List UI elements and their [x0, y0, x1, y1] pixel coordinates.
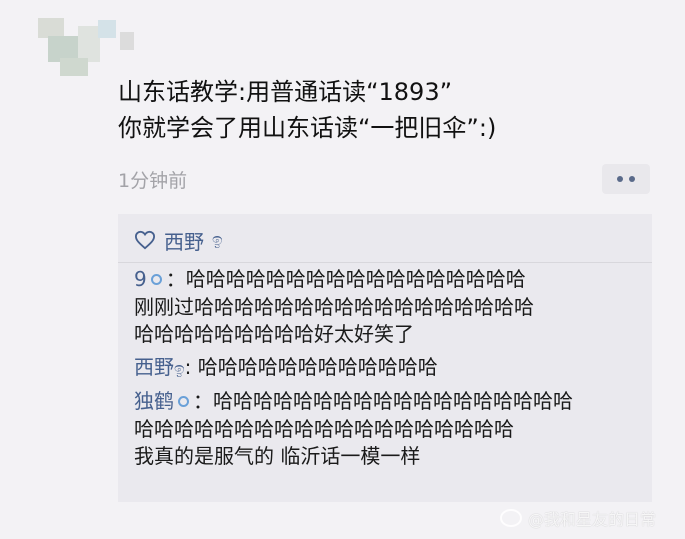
avatar-blurred[interactable] — [38, 18, 134, 76]
likes-row: 西野 ඉ — [134, 226, 223, 254]
comment-line: 我真的是服气的 临沂话一模一样 — [134, 444, 421, 468]
comment-text: : 哈哈哈哈哈哈哈哈哈哈哈哈 — [184, 354, 438, 379]
comment-box: 西野 ඉ 9 ：哈哈哈哈哈哈哈哈哈哈哈哈哈哈哈哈哈 刚刚过哈哈哈哈哈哈哈哈哈哈哈哈哈… — [118, 214, 652, 502]
more-button[interactable] — [602, 164, 650, 194]
heart-outline-icon[interactable] — [134, 230, 156, 250]
comment-item: 西野ඉ: 哈哈哈哈哈哈哈哈哈哈哈哈 — [134, 354, 644, 384]
comment-author[interactable]: 9 — [134, 267, 147, 291]
divider — [118, 262, 652, 263]
comment-line: 哈哈哈哈哈哈哈哈哈哈哈哈哈哈哈哈哈哈哈 — [134, 416, 514, 441]
user-emoji-icon: ඉ — [212, 230, 223, 250]
ring-badge-icon — [178, 395, 189, 407]
post-timestamp: 1分钟前 — [118, 170, 188, 192]
post-text: 山东话教学:用普通话读“1893” 你就学会了用山东话读“一把旧伞”:) — [118, 74, 658, 146]
post-text-line-2: 你就学会了用山东话读“一把旧伞”:) — [118, 114, 497, 142]
comment-author[interactable]: 独鹤 — [134, 389, 174, 413]
comment-line: 西野ඉ: 哈哈哈哈哈哈哈哈哈哈哈哈 — [134, 354, 644, 384]
comment-item: 9 ：哈哈哈哈哈哈哈哈哈哈哈哈哈哈哈哈哈 刚刚过哈哈哈哈哈哈哈哈哈哈哈哈哈哈哈哈哈… — [134, 266, 644, 349]
comment-line: 哈哈哈哈哈哈哈哈哈好太好笑了 — [134, 322, 414, 346]
comment-line: 独鹤 ：哈哈哈哈哈哈哈哈哈哈哈哈哈哈哈哈哈哈 — [134, 388, 644, 416]
comment-text: ：哈哈哈哈哈哈哈哈哈哈哈哈哈哈哈哈哈 — [165, 267, 526, 291]
post-text-line-1: 山东话教学:用普通话读“1893” — [118, 78, 453, 106]
comment-author[interactable]: 西野 — [134, 355, 174, 379]
comment-line: 刚刚过哈哈哈哈哈哈哈哈哈哈哈哈哈哈哈哈哈 — [134, 294, 534, 319]
weibo-logo-icon — [500, 509, 522, 527]
comment-list: 9 ：哈哈哈哈哈哈哈哈哈哈哈哈哈哈哈哈哈 刚刚过哈哈哈哈哈哈哈哈哈哈哈哈哈哈哈哈哈… — [134, 266, 644, 476]
watermark-text: @我和星友的日常 — [528, 510, 657, 529]
more-dots-icon-2 — [629, 176, 635, 182]
more-dots-icon — [617, 176, 623, 182]
watermark: @我和星友的日常 — [500, 506, 656, 530]
comment-text: ：哈哈哈哈哈哈哈哈哈哈哈哈哈哈哈哈哈哈 — [193, 389, 573, 413]
comment-line: 9 ：哈哈哈哈哈哈哈哈哈哈哈哈哈哈哈哈哈 — [134, 266, 644, 294]
ring-badge-icon — [150, 273, 162, 285]
like-user-name[interactable]: 西野 — [164, 226, 204, 255]
user-emoji-icon: ඉ — [174, 358, 185, 379]
comment-item: 独鹤 ：哈哈哈哈哈哈哈哈哈哈哈哈哈哈哈哈哈哈 哈哈哈哈哈哈哈哈哈哈哈哈哈哈哈哈哈哈… — [134, 388, 644, 471]
